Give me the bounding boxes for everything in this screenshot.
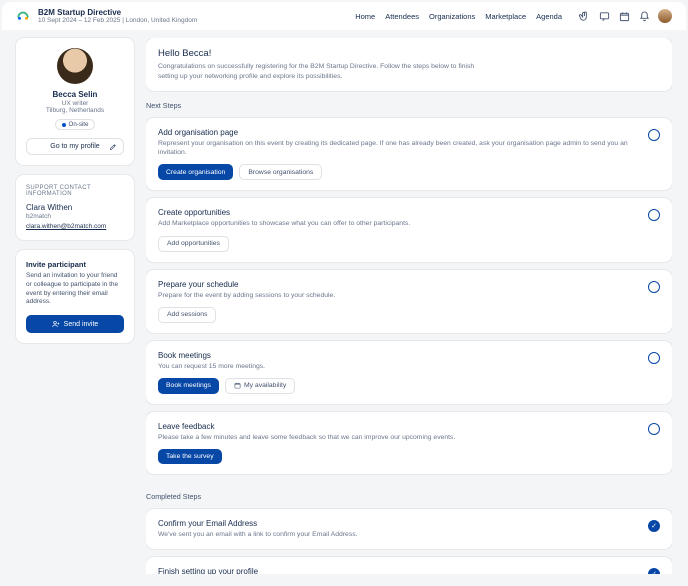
check-icon: ✓ [651, 523, 657, 530]
step-status-circle [648, 352, 660, 364]
profile-photo [57, 48, 93, 84]
step-status-circle [648, 423, 660, 435]
onsite-badge-label: On-site [69, 121, 89, 128]
next-steps-label: Next Steps [146, 101, 672, 110]
step-card: Add organisation page Represent your orga… [146, 118, 672, 190]
step-desc: You can request 15 more meetings. [158, 362, 638, 371]
support-org: b2match [26, 213, 124, 220]
onsite-badge: On-site [55, 119, 96, 130]
step-status-circle [648, 281, 660, 293]
support-name: Clara Withen [26, 203, 124, 212]
step-primary-button[interactable]: Take the survey [158, 449, 222, 464]
event-title: B2M Startup Directive [38, 8, 197, 17]
step-title: Create opportunities [158, 208, 638, 217]
profile-role: UX writer [26, 100, 124, 107]
step-secondary-button[interactable]: My availability [225, 378, 295, 394]
step-primary-button[interactable]: Book meetings [158, 378, 219, 394]
step-card: Book meetings You can request 15 more mee… [146, 341, 672, 404]
support-email[interactable]: clara.withen@b2match.com [26, 223, 106, 230]
check-icon: ✓ [651, 571, 657, 574]
welcome-card: Hello Becca! Congratulations on successf… [146, 38, 672, 91]
completed-steps-label: Completed Steps [146, 492, 672, 501]
calendar-icon[interactable] [618, 10, 630, 22]
step-title: Confirm your Email Address [158, 519, 638, 528]
welcome-body: Congratulations on successfully register… [158, 62, 478, 81]
step-card: Prepare your schedule Prepare for the eve… [146, 270, 672, 333]
support-card: Support contact information Clara Withen… [16, 175, 134, 240]
event-subtitle: 10 Sept 2024 – 12 Feb 2025 | London, Uni… [38, 17, 197, 24]
step-desc: We've sent you an email with a link to c… [158, 530, 638, 539]
nav-home[interactable]: Home [355, 12, 375, 21]
support-label: Support contact information [26, 185, 124, 197]
calendar-icon [234, 382, 241, 389]
invite-card: Invite participant Send an invitation to… [16, 250, 134, 343]
event-title-block: B2M Startup Directive 10 Sept 2024 – 12 … [38, 8, 197, 24]
step-title: Prepare your schedule [158, 280, 638, 289]
send-invite-label: Send invite [64, 321, 99, 328]
user-avatar[interactable] [658, 9, 672, 23]
step-desc: Prepare for the event by adding sessions… [158, 291, 638, 300]
step-card: Leave feedback Please take a few minutes … [146, 412, 672, 474]
send-invite-button[interactable]: Send invite [26, 315, 124, 333]
nav-marketplace[interactable]: Marketplace [485, 12, 526, 21]
hand-icon[interactable] [578, 10, 590, 22]
step-desc: Represent your organisation on this even… [158, 139, 638, 157]
step-title: Add organisation page [158, 128, 638, 137]
go-to-profile-button[interactable]: Go to my profile [26, 138, 124, 155]
step-status-done: ✓ [648, 520, 660, 532]
step-status-circle [648, 129, 660, 141]
step-secondary-button[interactable]: Browse organisations [239, 164, 322, 180]
nav-organizations[interactable]: Organizations [429, 12, 475, 21]
step-title: Leave feedback [158, 422, 638, 431]
step-title: Finish setting up your profile [158, 567, 638, 574]
step-desc: Add Marketplace opportunities to showcas… [158, 219, 638, 228]
step-status-done: ✓ [648, 568, 660, 574]
profile-name: Becca Selin [26, 90, 124, 99]
invite-title: Invite participant [26, 260, 124, 269]
invite-desc: Send an invitation to your friend or col… [26, 272, 124, 307]
nav-agenda[interactable]: Agenda [536, 12, 562, 21]
step-secondary-button[interactable]: Add opportunities [158, 236, 229, 252]
app-header: B2M Startup Directive 10 Sept 2024 – 12 … [2, 2, 686, 30]
profile-location: Tilburg, Netherlands [26, 107, 124, 114]
top-nav: Home Attendees Organizations Marketplace… [355, 9, 672, 23]
app-logo [16, 9, 30, 23]
nav-attendees[interactable]: Attendees [385, 12, 419, 21]
completed-step-card: Confirm your Email Address We've sent you… [146, 509, 672, 549]
step-status-circle [648, 209, 660, 221]
step-desc: Please take a few minutes and leave some… [158, 433, 638, 442]
step-title: Book meetings [158, 351, 638, 360]
step-secondary-button[interactable]: Add sessions [158, 307, 216, 323]
step-card: Create opportunities Add Marketplace oppo… [146, 198, 672, 261]
pencil-icon [109, 143, 117, 151]
profile-card: Becca Selin UX writer Tilburg, Netherlan… [16, 38, 134, 165]
go-to-profile-label: Go to my profile [50, 143, 99, 150]
chat-icon[interactable] [598, 10, 610, 22]
bell-icon[interactable] [638, 10, 650, 22]
step-primary-button[interactable]: Create organisation [158, 164, 233, 180]
welcome-heading: Hello Becca! [158, 48, 660, 59]
user-plus-icon [52, 320, 60, 328]
completed-step-card: Finish setting up your profileCreate an … [146, 557, 672, 574]
